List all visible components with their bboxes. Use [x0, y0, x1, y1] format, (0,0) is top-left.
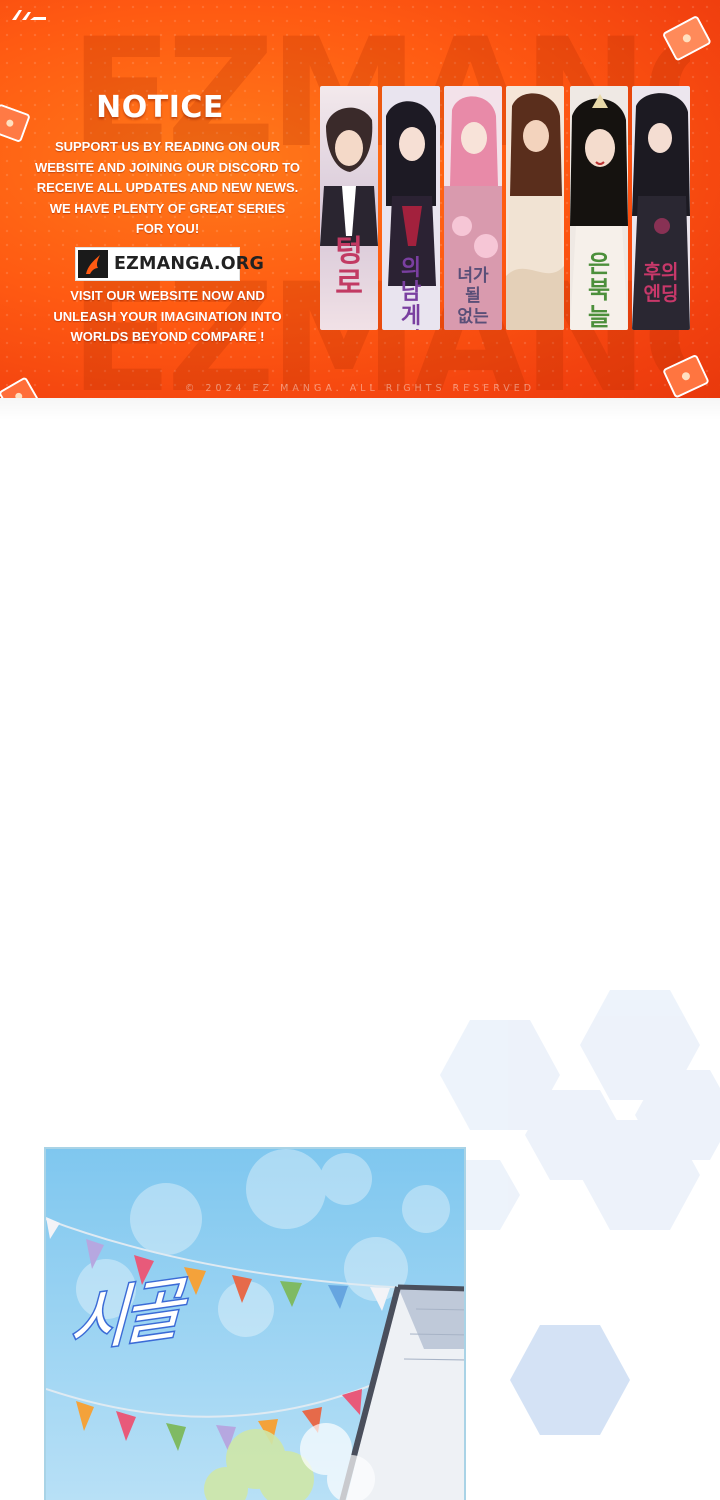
support-message: SUPPORT US BY READING ON OUR WEBSITE AND… [20, 137, 315, 240]
cover-title: 후의 엔딩 [643, 261, 679, 305]
support-line: RECEIVE ALL UPDATES AND NEW NEWS. [36, 180, 299, 196]
visit-message: VISIT OUR WEBSITE NOW AND UNLEASH YOUR I… [20, 286, 315, 348]
visit-line: WORLDS BEYOND COMPARE ! [70, 329, 265, 345]
cover-title: 녀가 될 없는 [457, 266, 489, 327]
notice-title: NOTICE [96, 90, 224, 125]
site-url[interactable]: EZMANGA.ORG [114, 254, 264, 274]
cover-title: 의남게집 [400, 255, 422, 330]
sound-effect-title: 시골 [66, 1268, 180, 1364]
ez-flame-logo-icon [78, 250, 108, 278]
banner-edge [0, 398, 720, 420]
support-line: WE HAVE PLENTY OF GREAT SERIES [49, 200, 286, 216]
support-line: WEBSITE AND JOINING OUR DISCORD TO [34, 159, 301, 175]
manga-cover[interactable]: 후의 엔딩 [632, 86, 690, 330]
manga-panel: 시골 [44, 1147, 466, 1500]
notice-banner: EZMANGA EZMANGA NOTICE SUPPORT US BY REA… [0, 0, 720, 404]
site-link-badge[interactable]: EZMANGA.ORG [75, 247, 264, 281]
visit-line: UNLEASH YOUR IMAGINATION INTO [53, 308, 282, 324]
support-line: FOR YOU! [135, 221, 200, 237]
manga-cover[interactable]: 의남게집 [382, 86, 440, 330]
cover-title: 은북늘 [587, 249, 611, 330]
manga-cover[interactable]: 녀가 될 없는 [444, 86, 502, 330]
support-line: SUPPORT US BY READING ON OUR [54, 139, 281, 154]
cover-title: 텅로 [335, 234, 363, 301]
visit-line: VISIT OUR WEBSITE NOW AND [70, 288, 265, 303]
copyright-text: © 2024 EZ MANGA. ALL RIGHTS RESERVED [184, 383, 536, 394]
manga-cover[interactable]: 텅로 [320, 86, 378, 330]
manga-cover[interactable]: 은북늘 [570, 86, 628, 330]
ez-logo-icon[interactable] [10, 8, 48, 27]
manga-cover[interactable] [506, 86, 564, 330]
